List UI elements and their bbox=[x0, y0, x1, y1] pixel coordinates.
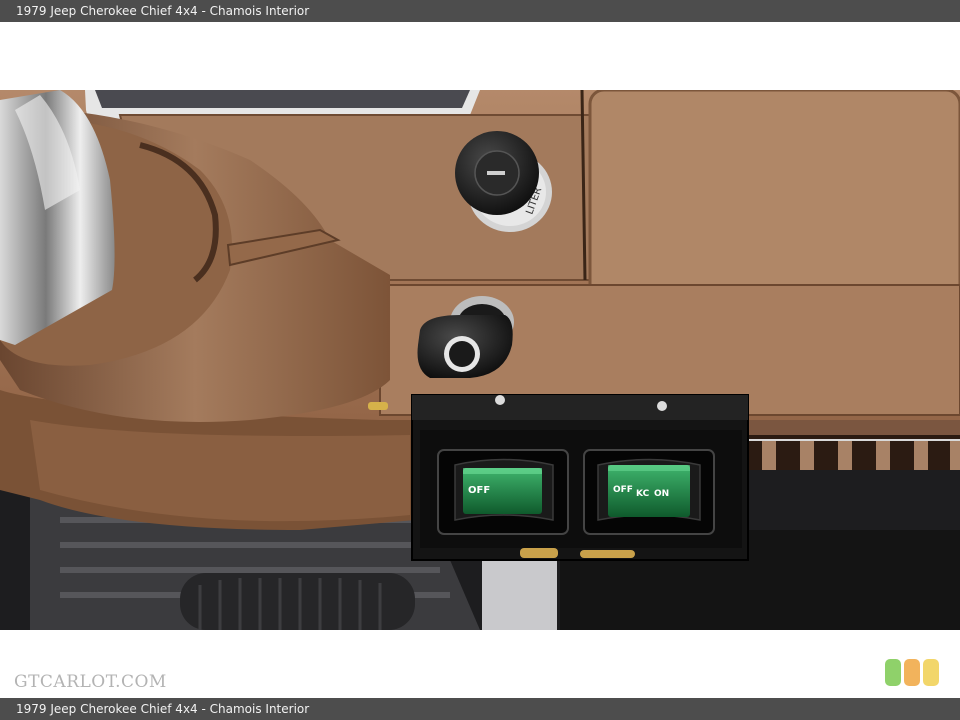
top-caption-bar: 1979 Jeep Cherokee Chief 4x4 - Chamois I… bbox=[0, 0, 960, 22]
grade-yellow-icon bbox=[923, 659, 939, 686]
interior-photo: LITER OFF OFF KC ON bbox=[0, 90, 960, 630]
rocker-switch-right[interactable]: OFF KC ON bbox=[583, 449, 715, 535]
bottom-caption-bar: 1979 Jeep Cherokee Chief 4x4 - Chamois I… bbox=[0, 698, 960, 720]
site-watermark: GTCARLOT.COM bbox=[14, 672, 167, 692]
top-caption: 1979 Jeep Cherokee Chief 4x4 - Chamois I… bbox=[16, 4, 310, 18]
right-switch-on-label: ON bbox=[654, 489, 669, 499]
left-switch-off-label: OFF bbox=[468, 485, 490, 496]
right-switch-off-label: OFF bbox=[613, 485, 633, 495]
right-switch-kc-label: KC bbox=[636, 489, 650, 499]
grade-green-icon bbox=[885, 659, 901, 686]
dash-right-panel bbox=[588, 90, 960, 302]
rocker-switch-left[interactable]: OFF bbox=[437, 449, 569, 535]
bottom-caption: 1979 Jeep Cherokee Chief 4x4 - Chamois I… bbox=[16, 702, 310, 716]
grade-orange-icon bbox=[904, 659, 920, 686]
grade-indicator bbox=[885, 659, 939, 686]
